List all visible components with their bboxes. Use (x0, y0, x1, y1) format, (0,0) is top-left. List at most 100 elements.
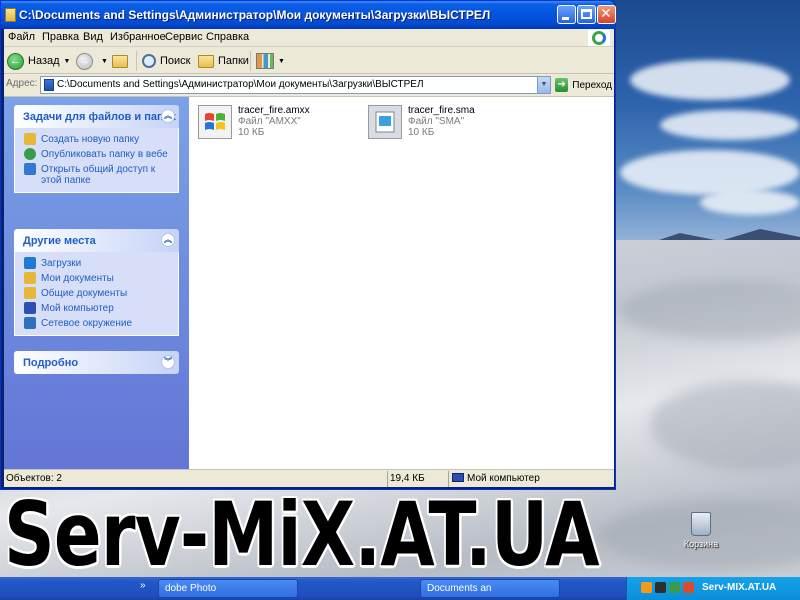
menu-help[interactable]: Справка (206, 31, 249, 43)
folder-icon (24, 257, 36, 269)
task-pane: Задачи для файлов и папок ︽ Создать нову… (4, 97, 189, 470)
file-item[interactable]: tracer_fire.sma Файл "SMA" 10 КБ (368, 105, 518, 147)
minimize-icon (562, 17, 569, 20)
toolbar-separator (136, 51, 137, 71)
windows-throbber-icon (592, 31, 606, 45)
tasks-panel: Задачи для файлов и папок ︽ Создать нову… (14, 105, 179, 193)
file-item[interactable]: tracer_fire.amxx Файл "AMXX" 10 КБ (198, 105, 348, 147)
steam-icon[interactable] (655, 582, 666, 593)
folder-up-icon (112, 54, 128, 68)
place-label: Мой компьютер (41, 303, 114, 314)
folders-icon (198, 54, 214, 68)
explorer-window: C:\Documents and Settings\Администратор\… (0, 0, 616, 490)
file-type: Файл "AMXX" (238, 116, 301, 127)
views-button[interactable]: ▼ (256, 50, 285, 72)
tasks-panel-header[interactable]: Задачи для файлов и папок ︽ (14, 105, 179, 128)
task-label: Опубликовать папку в вебе (41, 149, 168, 160)
folders-label: Папки (218, 55, 249, 67)
place-label: Загрузки (41, 258, 82, 269)
place-my-documents[interactable]: Мои документы (24, 272, 172, 284)
tasks-panel-body: Создать новую папку Опубликовать папку в… (14, 128, 179, 193)
menu-tools[interactable]: Сервис (165, 31, 203, 43)
menu-edit[interactable]: Правка (42, 31, 79, 43)
windows-logo (588, 30, 610, 46)
folders-button[interactable]: Папки (198, 50, 249, 72)
details-panel-header[interactable]: Подробно ︾ (14, 351, 179, 374)
recycle-bin-label: Корзина (683, 539, 719, 549)
network-tray-icon[interactable] (669, 582, 680, 593)
file-list: tracer_fire.amxx Файл "AMXX" 10 КБ trace… (192, 97, 614, 470)
details-panel: Подробно ︾ (14, 351, 179, 374)
title-bar[interactable]: C:\Documents and Settings\Администратор\… (1, 1, 616, 29)
address-label: Адрес: (6, 78, 38, 89)
windows-file-icon (198, 105, 232, 139)
window-title: C:\Documents and Settings\Администратор\… (19, 8, 491, 22)
places-panel: Другие места ︽ Загрузки Мои документы Об… (14, 229, 179, 336)
collapse-icon[interactable]: ︽ (161, 109, 175, 123)
publish-web-icon (24, 148, 36, 160)
chevron-down-icon: ▼ (278, 57, 285, 65)
search-icon (142, 54, 156, 68)
menu-file[interactable]: Файл (8, 31, 35, 43)
cloud (620, 150, 800, 195)
watermark: Serv-MiX.AT.UA (4, 483, 600, 586)
folder-icon (5, 8, 16, 22)
chevron-down-icon[interactable]: ▼ (537, 77, 550, 93)
forward-arrow-icon: → (76, 52, 93, 70)
close-button[interactable]: ✕ (597, 5, 616, 24)
new-folder-icon (24, 133, 36, 145)
recycle-bin[interactable]: Корзина (676, 512, 726, 550)
search-label: Поиск (160, 55, 191, 67)
place-label: Общие документы (41, 288, 128, 299)
system-tray: Serv-MIX.AT.UA (626, 577, 800, 600)
place-network[interactable]: Сетевое окружение (24, 317, 172, 329)
search-button[interactable]: Поиск (142, 50, 190, 72)
task-share-folder[interactable]: Открыть общий доступ к этой папке (24, 163, 172, 186)
task-new-folder[interactable]: Создать новую папку (24, 133, 172, 145)
expand-icon[interactable]: ︾ (161, 355, 175, 369)
back-button[interactable]: ← Назад ▼ (7, 50, 70, 72)
place-label: Сетевое окружение (41, 318, 133, 329)
tasks-panel-title: Задачи для файлов и папок (23, 111, 176, 123)
cloud (630, 60, 790, 100)
antivirus-icon[interactable] (683, 582, 694, 593)
places-panel-title: Другие места (23, 235, 96, 247)
places-panel-header[interactable]: Другие места ︽ (14, 229, 179, 252)
cloud (700, 190, 800, 215)
my-computer-icon (452, 473, 464, 482)
place-label: Мои документы (41, 273, 114, 284)
chevron-down-icon: ▼ (101, 57, 108, 65)
up-button[interactable] (112, 50, 132, 72)
toolbar: ← Назад ▼ → ▼ Поиск Папки ▼ (4, 48, 614, 74)
my-computer-icon (24, 302, 36, 314)
views-icon (256, 53, 274, 69)
maximize-button[interactable] (577, 5, 596, 24)
place-shared-documents[interactable]: Общие документы (24, 287, 172, 299)
place-my-computer[interactable]: Мой компьютер (24, 302, 172, 314)
back-arrow-icon: ← (7, 52, 24, 70)
file-name: tracer_fire.sma (408, 105, 475, 116)
address-input[interactable]: C:\Documents and Settings\Администратор\… (40, 76, 551, 94)
collapse-icon[interactable]: ︽ (161, 233, 175, 247)
task-publish-web[interactable]: Опубликовать папку в вебе (24, 148, 172, 160)
window-client: Файл Правка Вид Избранное Сервис Справка… (4, 29, 614, 487)
go-button[interactable]: ➔ Переход (555, 76, 612, 94)
chevron-down-icon: ▼ (63, 57, 71, 65)
main-area: Задачи для файлов и папок ︽ Создать нову… (4, 96, 614, 470)
folder-icon (44, 79, 54, 91)
minimize-button[interactable] (557, 5, 576, 24)
menu-bar: Файл Правка Вид Избранное Сервис Справка (4, 29, 614, 47)
sma-file-icon (368, 105, 402, 139)
back-label: Назад (28, 55, 60, 67)
file-name: tracer_fire.amxx (238, 105, 310, 116)
menu-favorites[interactable]: Избранное (110, 31, 166, 43)
place-downloads[interactable]: Загрузки (24, 257, 172, 269)
go-label: Переход (572, 79, 612, 91)
menu-view[interactable]: Вид (83, 31, 103, 43)
go-arrow-icon: ➔ (555, 78, 569, 92)
details-panel-title: Подробно (23, 357, 79, 369)
forward-button[interactable]: → ▼ (76, 50, 108, 72)
task-label: Создать новую папку (41, 134, 140, 145)
share-folder-icon (24, 163, 36, 175)
media-icon[interactable] (641, 582, 652, 593)
